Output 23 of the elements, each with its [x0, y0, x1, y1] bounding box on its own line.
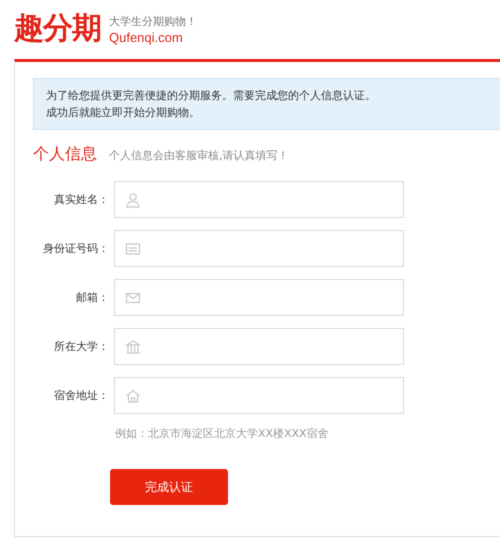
domain-text: Qufenqi.com [109, 30, 184, 44]
input-field[interactable] [114, 181, 404, 218]
submit-button[interactable]: 完成认证 [110, 469, 228, 505]
notice-text: 为了给您提供更完善便捷的分期服务。需要完成您的个人信息认证。 [46, 88, 377, 103]
field-label: 身份证号码： [42, 241, 110, 256]
field-label: 邮箱： [75, 290, 110, 305]
section-title: 个人信息 [33, 144, 97, 165]
notice-text: 成功后就能立即开始分期购物。 [46, 105, 201, 120]
field-label: 宿舍地址： [53, 388, 110, 403]
input-field[interactable] [114, 279, 404, 316]
input-field[interactable] [114, 328, 404, 365]
section-subtitle: 个人信息会由客服审核,请认真填写！ [109, 148, 288, 163]
house-icon [125, 388, 141, 404]
logo: 趣分期 [14, 12, 101, 46]
input-field[interactable] [114, 377, 404, 414]
person-icon [125, 192, 141, 208]
tagline: 大学生分期购物！ [109, 14, 197, 28]
building-icon [125, 338, 141, 354]
id-card-icon [125, 240, 141, 256]
field-label: 所在大学： [53, 339, 110, 354]
field-label: 真实姓名： [53, 192, 110, 207]
hint-text: 例如：北京市海淀区北京大学XX楼XXX宿舍 [115, 426, 330, 441]
input-field[interactable] [114, 230, 404, 267]
